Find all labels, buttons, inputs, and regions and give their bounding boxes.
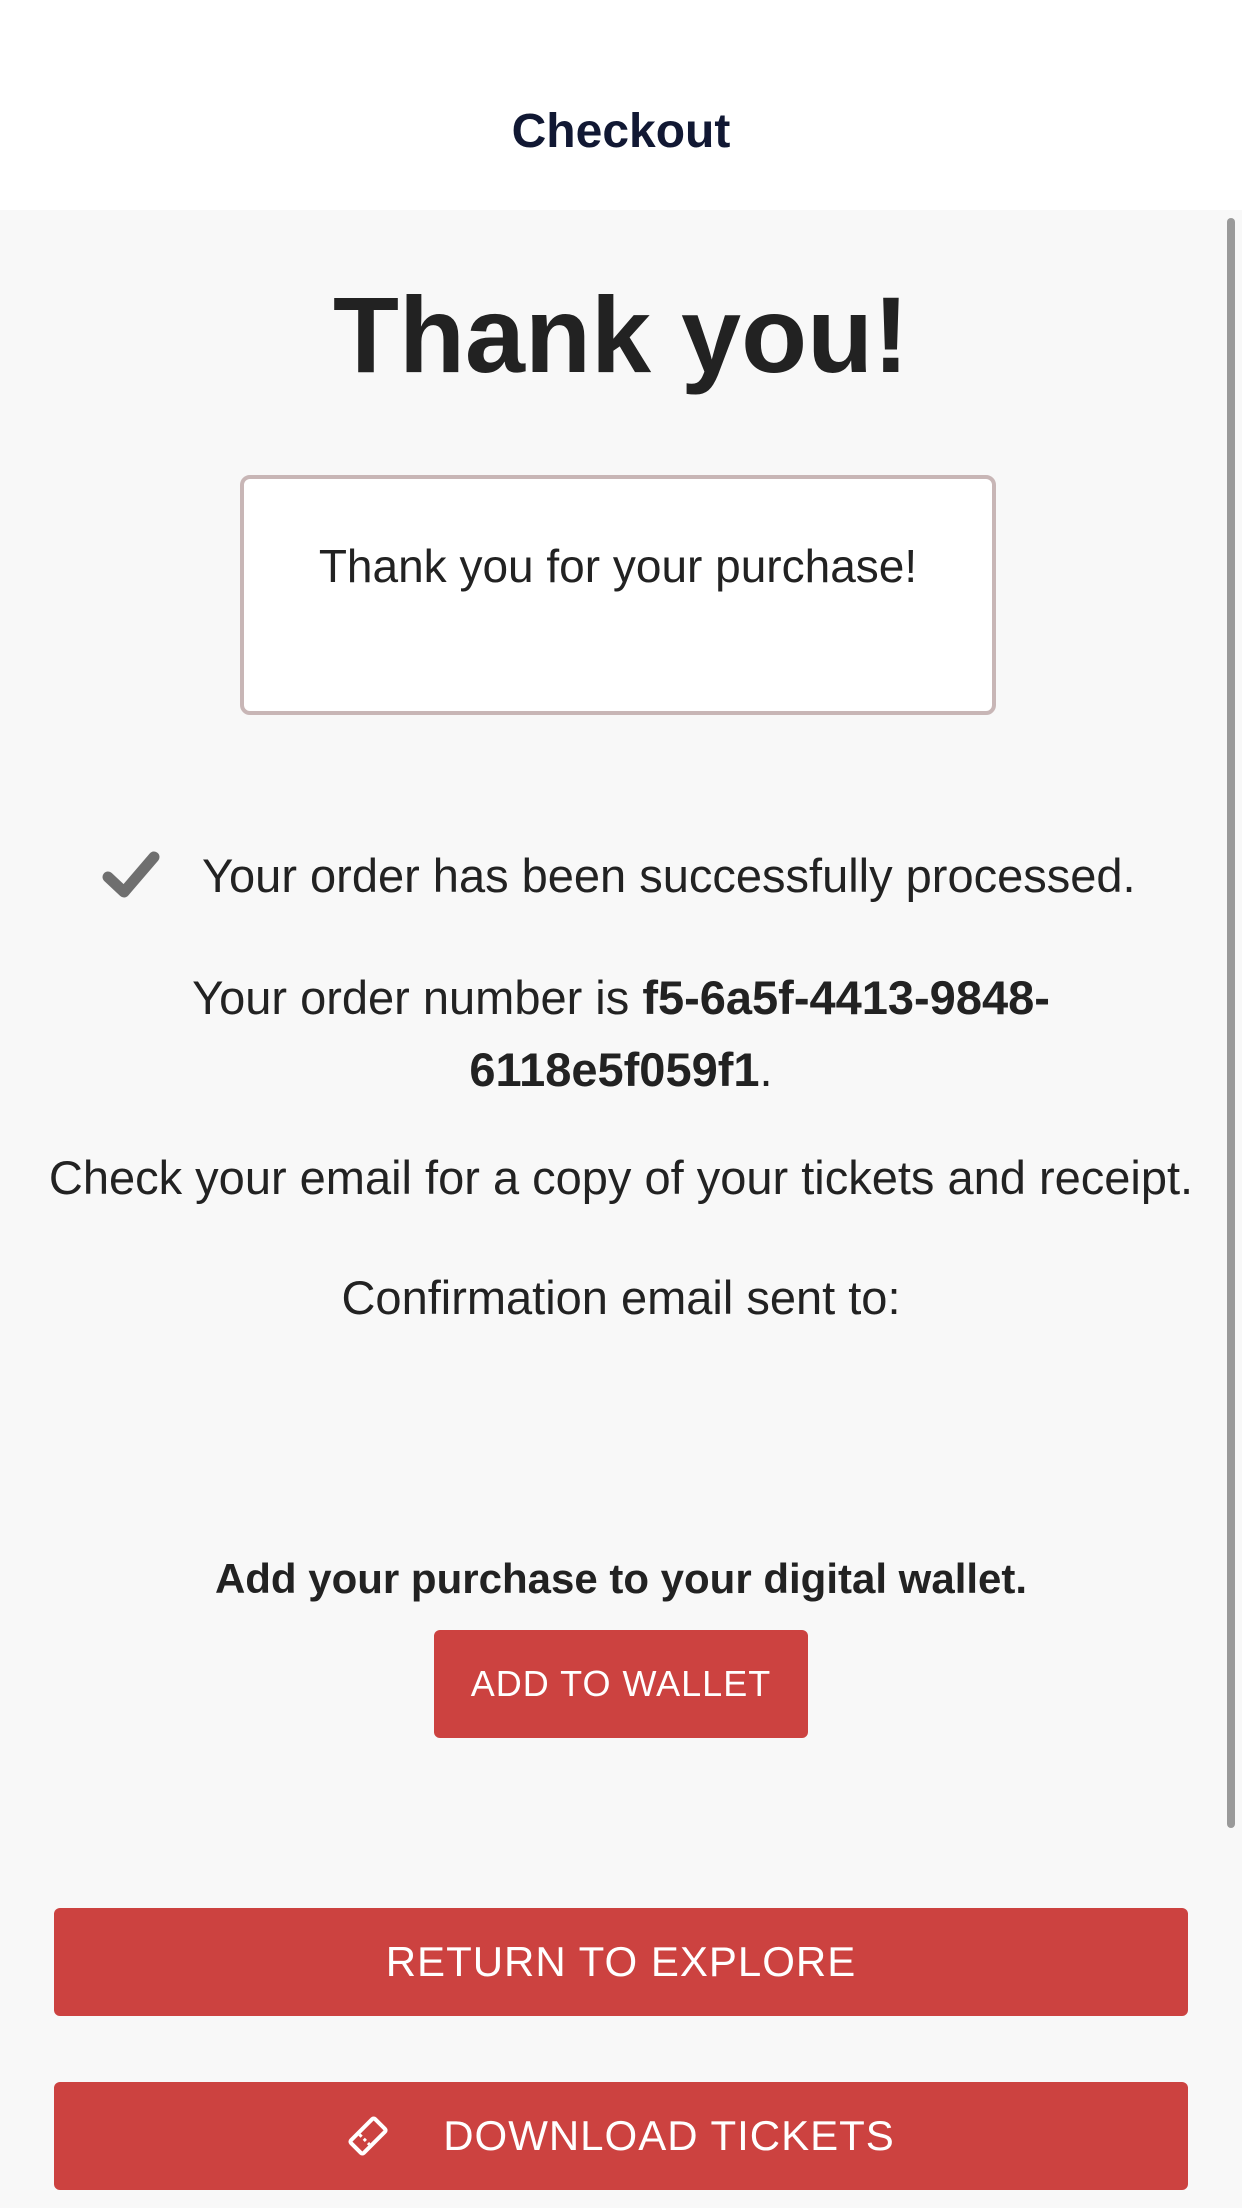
- download-tickets-button[interactable]: DOWNLOAD TICKETS: [54, 2082, 1188, 2190]
- ticket-icon: [348, 2116, 388, 2156]
- purchase-message: Thank you for your purchase!: [318, 540, 918, 592]
- wallet-prompt: Add your purchase to your digital wallet…: [214, 1555, 1028, 1602]
- confirmation-label: Confirmation email sent to:: [341, 1271, 901, 1324]
- header-bar: Checkout: [0, 0, 1242, 210]
- message-box: Thank you for your purchase!: [240, 475, 996, 715]
- page-title: Checkout: [511, 105, 731, 158]
- download-button-label: DOWNLOAD TICKETS: [443, 2112, 895, 2159]
- confirmation-content: Thank you! Thank you for your purchase! …: [0, 210, 1242, 2208]
- add-to-wallet-button[interactable]: ADD TO WALLET: [434, 1630, 808, 1738]
- return-button-label: RETURN TO EXPLORE: [385, 1938, 857, 1985]
- order-prefix: Your order number is: [192, 971, 643, 1024]
- return-to-explore-button[interactable]: RETURN TO EXPLORE: [54, 1908, 1188, 2016]
- order-number-line: Your order number is f5-6a5f-4413-9848-6…: [60, 962, 1182, 1106]
- check-icon: [102, 851, 160, 898]
- email-note: Check your email for a copy of your tick…: [48, 1151, 1194, 1204]
- order-status: Your order has been successfully process…: [100, 840, 1202, 910]
- thank-you-heading: Thank you!: [332, 274, 910, 395]
- order-suffix: .: [759, 1043, 773, 1096]
- status-text: Your order has been successfully process…: [202, 848, 1136, 902]
